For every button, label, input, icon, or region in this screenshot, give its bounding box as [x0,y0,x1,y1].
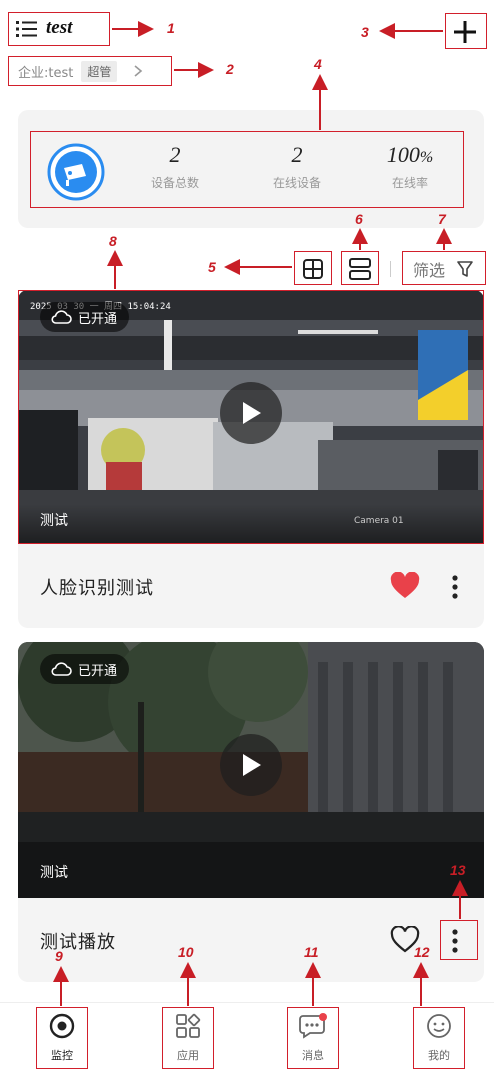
annotation-box-3 [445,13,487,49]
more-options-button[interactable] [448,573,462,601]
annotation-number-4: 4 [314,56,322,72]
play-icon [243,754,261,776]
annotation-box-2 [8,56,172,86]
annotation-number-8: 8 [109,233,117,249]
annotation-number-1: 1 [167,20,175,36]
annotation-number-2: 2 [226,61,234,77]
annotation-box-8 [18,290,484,544]
annotation-box-7 [402,251,486,285]
annotation-box-1 [8,12,110,46]
annotation-number-12: 12 [414,944,430,960]
device-card[interactable]: 已开通 测试 测试播放 [18,642,484,982]
annotation-number-9: 9 [55,948,63,964]
annotation-box-4 [30,131,464,208]
annotation-number-10: 10 [178,944,194,960]
annotation-number-7: 7 [438,211,446,227]
annotation-box-6 [341,251,379,285]
annotation-number-11: 11 [304,944,319,960]
annotation-number-6: 6 [355,211,363,227]
play-button[interactable] [220,734,282,796]
cloud-icon [51,662,72,676]
annotation-number-5: 5 [208,259,216,275]
annotation-box-5 [294,251,332,285]
annotation-number-3: 3 [361,24,369,40]
device-name: 测试播放 [40,932,116,953]
annotation-box-10 [162,1007,214,1069]
annotation-box-9 [36,1007,88,1069]
annotation-box-11 [287,1007,339,1069]
device-name: 人脸识别测试 [40,578,154,599]
toolbar-divider [390,261,391,277]
camera-name: 测试 [40,865,68,881]
annotation-box-12 [413,1007,465,1069]
annotation-number-13: 13 [450,862,466,878]
video-thumbnail[interactable]: 已开通 测试 [18,642,484,898]
heart-filled-icon [390,571,420,598]
annotation-box-13 [440,920,478,960]
cloud-status-label: 已开通 [78,663,118,679]
cloud-status-chip: 已开通 [40,654,130,684]
more-vertical-icon [452,575,458,599]
favorite-button[interactable] [390,571,420,600]
